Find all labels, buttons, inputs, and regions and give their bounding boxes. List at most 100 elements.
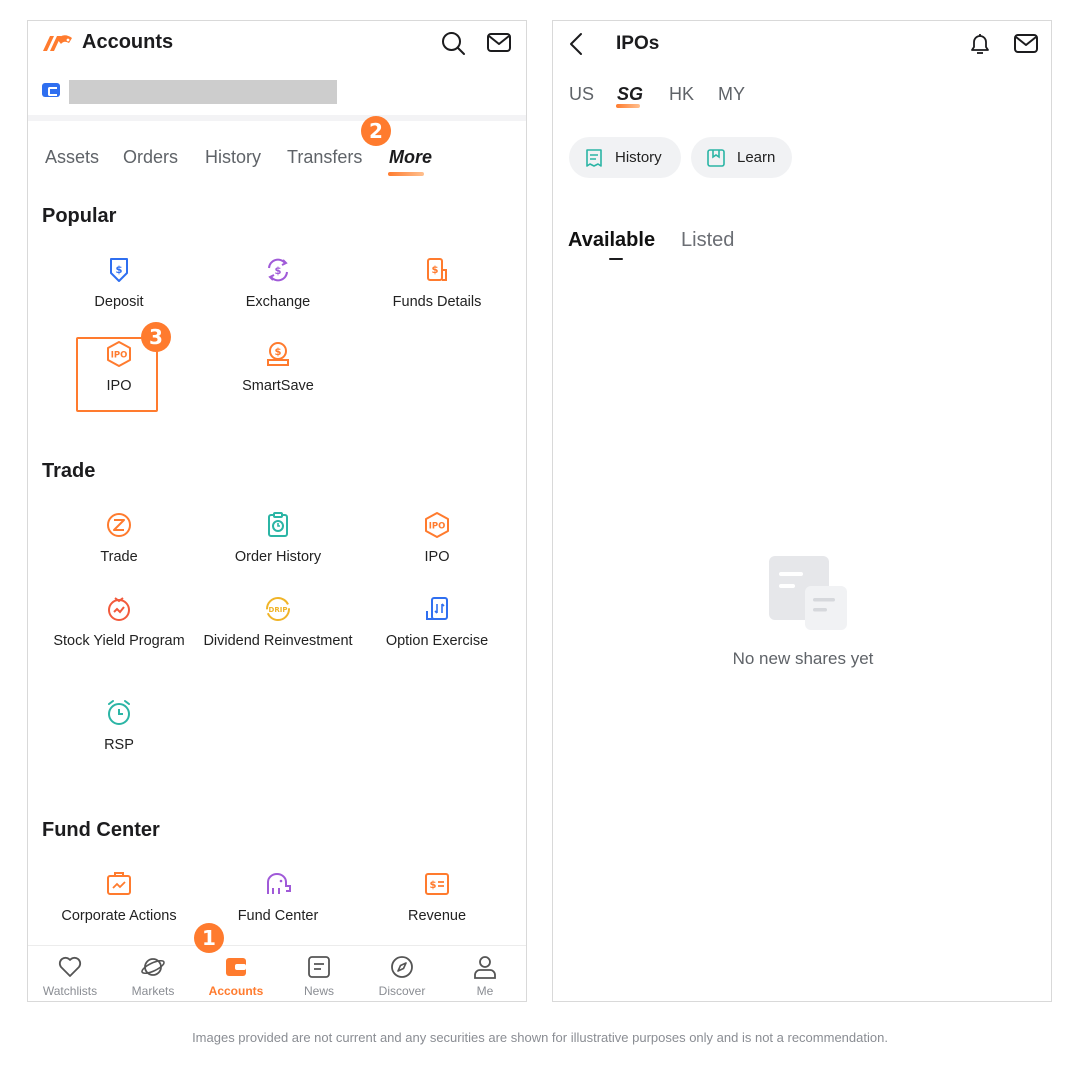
compass-icon — [391, 956, 413, 978]
drip-icon: DRIP — [266, 597, 290, 621]
bell-icon[interactable] — [967, 31, 993, 57]
heart-icon — [58, 956, 82, 977]
market-tab-sg[interactable]: SG — [617, 84, 643, 105]
bottom-navigation: Watchlists Markets Accounts News Discove… — [28, 945, 526, 1001]
menu-item-stock-yield-program[interactable]: Stock Yield Program — [40, 595, 198, 651]
menu-item-trade[interactable]: Trade — [40, 511, 198, 567]
revenue-icon: $ — [425, 873, 449, 895]
tab-available[interactable]: Available — [568, 229, 655, 252]
menu-item-deposit[interactable]: $ Deposit — [40, 256, 198, 312]
menu-item-smartsave[interactable]: $ SmartSave — [199, 340, 357, 396]
empty-state-message: No new shares yet — [732, 649, 874, 668]
active-subtab-indicator — [609, 258, 623, 260]
menu-label: IPO — [424, 549, 450, 565]
pill-label: History — [615, 149, 662, 166]
mail-icon[interactable] — [1013, 31, 1039, 57]
divider — [28, 115, 526, 121]
ipo-icon: IPO — [107, 341, 131, 367]
menu-label: RSP — [104, 737, 134, 753]
menu-item-ipo[interactable]: IPO IPO — [40, 340, 198, 396]
market-tab-hk[interactable]: HK — [669, 84, 694, 105]
ipos-screen: IPOs US SG HK MY History Learn Available… — [552, 20, 1052, 1002]
mail-icon[interactable] — [486, 30, 512, 56]
market-tab-us[interactable]: US — [569, 84, 594, 105]
tab-transfers[interactable]: Transfers — [287, 147, 362, 168]
menu-label: Deposit — [94, 294, 144, 310]
pill-label: Learn — [737, 149, 776, 166]
person-icon — [474, 956, 496, 979]
menu-label: Stock Yield Program — [53, 633, 185, 649]
active-market-indicator — [616, 104, 640, 108]
news-icon — [308, 956, 330, 978]
fund-center-icon — [267, 873, 291, 894]
nav-markets[interactable]: Markets — [111, 954, 195, 998]
menu-item-rsp[interactable]: RSP — [40, 699, 198, 755]
nav-discover[interactable]: Discover — [360, 954, 444, 998]
tab-listed[interactable]: Listed — [681, 229, 734, 252]
back-icon[interactable] — [564, 31, 590, 57]
market-tab-my[interactable]: MY — [718, 84, 745, 105]
menu-item-revenue[interactable]: $ Revenue — [358, 870, 516, 926]
tab-assets[interactable]: Assets — [45, 147, 99, 168]
nav-me[interactable]: Me — [443, 954, 526, 998]
tab-more[interactable]: More — [389, 147, 432, 168]
accounts-screen: Accounts Assets Orders History Transfers… — [27, 20, 527, 1002]
menu-label: Order History — [234, 549, 322, 565]
svg-text:IPO: IPO — [111, 351, 128, 361]
tab-history[interactable]: History — [205, 147, 261, 168]
accounts-header: Accounts — [28, 21, 526, 65]
search-icon[interactable] — [440, 30, 466, 56]
menu-label: Dividend Reinvestment — [203, 633, 353, 649]
nav-label: Watchlists — [42, 984, 98, 998]
masked-account-number — [69, 80, 337, 104]
section-title-fund-center: Fund Center — [42, 819, 160, 841]
learn-button[interactable]: Learn — [691, 137, 792, 178]
menu-label: IPO — [106, 378, 132, 394]
nav-news[interactable]: News — [277, 954, 361, 998]
ipo-icon: IPO — [425, 512, 449, 538]
rsp-alarm-icon — [108, 700, 130, 725]
menu-label: Trade — [100, 549, 138, 565]
deposit-icon: $ — [110, 258, 128, 282]
disclaimer: Images provided are not current and any … — [192, 1030, 888, 1045]
funds-details-icon: $ — [427, 258, 447, 281]
menu-item-corporate-actions[interactable]: Corporate Actions — [40, 870, 198, 926]
trade-icon — [107, 513, 131, 537]
menu-item-option-exercise[interactable]: Option Exercise — [358, 595, 516, 651]
page-title: Accounts — [82, 31, 174, 53]
stock-yield-icon — [108, 597, 130, 621]
menu-label: Funds Details — [392, 294, 482, 310]
nav-watchlists[interactable]: Watchlists — [28, 954, 112, 998]
svg-text:$: $ — [275, 266, 282, 277]
menu-item-funds-details[interactable]: $ Funds Details — [358, 256, 516, 312]
tab-orders[interactable]: Orders — [123, 147, 178, 168]
history-doc-icon — [586, 149, 602, 167]
menu-item-dividend-reinvestment[interactable]: DRIP Dividend Reinvestment — [199, 595, 357, 651]
nav-accounts[interactable]: Accounts — [194, 954, 278, 998]
menu-label: Option Exercise — [385, 633, 489, 649]
smartsave-icon: $ — [267, 342, 289, 366]
bookmark-icon — [707, 149, 725, 167]
svg-text:IPO: IPO — [429, 522, 446, 532]
menu-label: Exchange — [245, 294, 311, 310]
step-callout-3: 3 — [141, 322, 171, 352]
menu-item-fund-center[interactable]: Fund Center — [199, 870, 357, 926]
empty-state-illustration — [769, 556, 847, 630]
planet-icon — [141, 958, 165, 976]
menu-item-exchange[interactable]: $ Exchange — [199, 256, 357, 312]
svg-text:$: $ — [275, 347, 282, 358]
menu-label: Fund Center — [237, 908, 319, 924]
account-tabs: Assets Orders History Transfers More — [28, 147, 526, 177]
svg-text:$: $ — [430, 880, 437, 891]
nav-label: Accounts — [208, 984, 264, 998]
menu-item-order-history[interactable]: Order History — [199, 511, 357, 567]
svg-text:$: $ — [116, 265, 123, 276]
corporate-actions-icon — [107, 872, 131, 895]
menu-item-ipo-trade[interactable]: IPO IPO — [358, 511, 516, 567]
history-button[interactable]: History — [569, 137, 681, 178]
account-card-icon — [42, 83, 60, 97]
nav-label: Discover — [378, 984, 426, 998]
option-exercise-icon — [426, 597, 448, 620]
svg-text:$: $ — [432, 265, 439, 276]
section-title-trade: Trade — [42, 460, 96, 482]
